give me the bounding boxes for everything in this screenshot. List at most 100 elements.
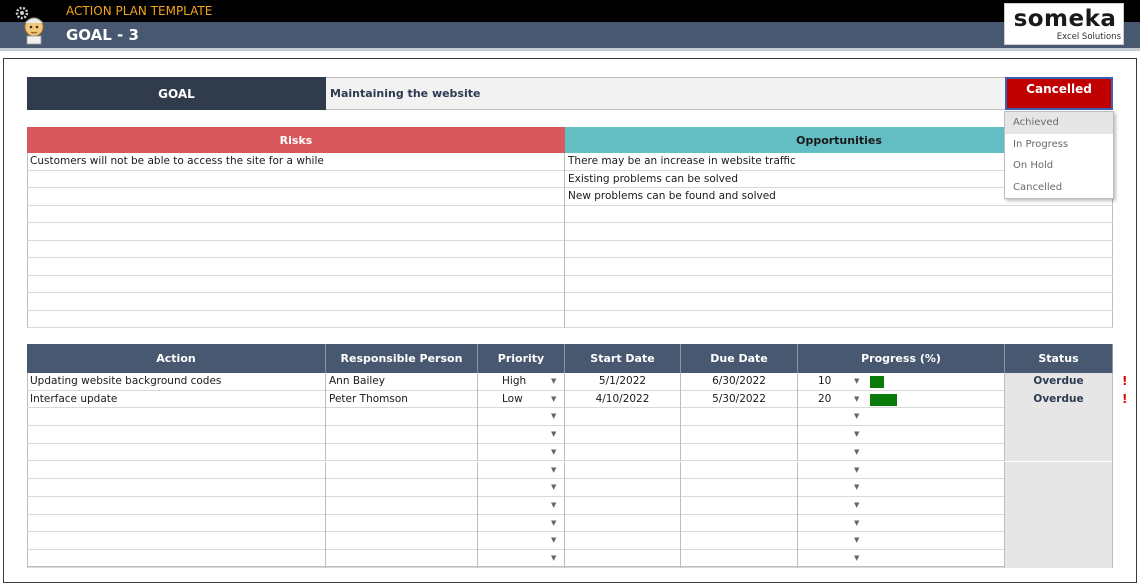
cell-due-date[interactable] xyxy=(681,461,798,480)
cell-due-date[interactable] xyxy=(681,426,798,444)
cell-progress[interactable]: ▼ xyxy=(798,461,1005,480)
cell-priority[interactable]: ▼ xyxy=(478,426,565,444)
risk-row[interactable] xyxy=(27,241,564,258)
cell-responsible-person[interactable] xyxy=(326,514,478,533)
goal-status-select[interactable]: Cancelled xyxy=(1005,77,1113,110)
cell-action[interactable] xyxy=(27,532,326,550)
cell-responsible-person[interactable] xyxy=(326,496,478,515)
cell-action[interactable]: Updating website background codes xyxy=(27,373,326,391)
cell-status[interactable] xyxy=(1005,461,1113,480)
cell-due-date[interactable] xyxy=(681,443,798,462)
cell-due-date[interactable]: 5/30/2022 xyxy=(681,390,798,409)
cell-status[interactable] xyxy=(1005,550,1113,568)
cell-responsible-person[interactable] xyxy=(326,461,478,480)
cell-due-date[interactable] xyxy=(681,514,798,533)
cell-responsible-person[interactable] xyxy=(326,426,478,444)
cell-responsible-person[interactable] xyxy=(326,408,478,427)
caret-down-icon[interactable]: ▼ xyxy=(854,408,859,426)
cell-status[interactable] xyxy=(1005,443,1113,462)
caret-down-icon[interactable]: ▼ xyxy=(551,373,556,391)
status-option-in-progress[interactable]: In Progress xyxy=(1005,134,1113,156)
caret-down-icon[interactable]: ▼ xyxy=(854,550,859,568)
cell-start-date[interactable] xyxy=(565,443,681,462)
risk-row[interactable] xyxy=(27,258,564,276)
cell-progress[interactable]: ▼ xyxy=(798,479,1005,497)
cell-due-date[interactable] xyxy=(681,532,798,550)
cell-priority[interactable]: ▼ xyxy=(478,496,565,515)
caret-down-icon[interactable]: ▼ xyxy=(854,391,859,409)
cell-priority[interactable]: ▼ xyxy=(478,461,565,480)
cell-action[interactable] xyxy=(27,461,326,480)
caret-down-icon[interactable]: ▼ xyxy=(551,426,556,444)
cell-action[interactable] xyxy=(27,550,326,568)
cell-progress[interactable]: ▼ xyxy=(798,443,1005,462)
cell-priority[interactable]: ▼ xyxy=(478,479,565,497)
cell-progress[interactable]: 20 ▼ xyxy=(798,390,1005,409)
risk-row[interactable]: Customers will not be able to access the… xyxy=(27,153,564,171)
cell-action[interactable] xyxy=(27,496,326,515)
cell-action[interactable] xyxy=(27,514,326,533)
caret-down-icon[interactable]: ▼ xyxy=(551,462,556,480)
cell-action[interactable]: Interface update xyxy=(27,390,326,409)
cell-status[interactable] xyxy=(1005,408,1113,427)
cell-start-date[interactable] xyxy=(565,496,681,515)
cell-due-date[interactable] xyxy=(681,550,798,568)
cell-start-date[interactable] xyxy=(565,408,681,427)
risk-row[interactable] xyxy=(27,311,564,328)
cell-status[interactable] xyxy=(1005,479,1113,497)
cell-progress[interactable]: ▼ xyxy=(798,550,1005,568)
risk-row[interactable] xyxy=(27,188,564,206)
cell-start-date[interactable] xyxy=(565,461,681,480)
cell-action[interactable] xyxy=(27,443,326,462)
cell-action[interactable] xyxy=(27,479,326,497)
cell-due-date[interactable] xyxy=(681,496,798,515)
cell-action[interactable] xyxy=(27,426,326,444)
caret-down-icon[interactable]: ▼ xyxy=(551,532,556,550)
opportunity-row[interactable] xyxy=(565,206,1113,223)
caret-down-icon[interactable]: ▼ xyxy=(854,444,859,462)
opportunity-row[interactable] xyxy=(565,311,1113,328)
status-option-cancelled[interactable]: Cancelled xyxy=(1005,177,1113,199)
risk-row[interactable] xyxy=(27,276,564,293)
cell-due-date[interactable]: 6/30/2022 xyxy=(681,373,798,391)
caret-down-icon[interactable]: ▼ xyxy=(854,426,859,444)
caret-down-icon[interactable]: ▼ xyxy=(551,550,556,568)
cell-start-date[interactable] xyxy=(565,532,681,550)
caret-down-icon[interactable]: ▼ xyxy=(854,479,859,497)
caret-down-icon[interactable]: ▼ xyxy=(551,408,556,426)
risk-row[interactable] xyxy=(27,223,564,241)
cell-responsible-person[interactable]: Ann Bailey xyxy=(326,373,478,391)
cell-start-date[interactable] xyxy=(565,426,681,444)
cell-action[interactable] xyxy=(27,408,326,427)
cell-priority[interactable]: High ▼ xyxy=(478,373,565,391)
cell-start-date[interactable]: 5/1/2022 xyxy=(565,373,681,391)
caret-down-icon[interactable]: ▼ xyxy=(854,373,859,391)
cell-responsible-person[interactable] xyxy=(326,532,478,550)
risk-row[interactable] xyxy=(27,293,564,311)
cell-status[interactable] xyxy=(1005,532,1113,550)
cell-status[interactable] xyxy=(1005,426,1113,444)
caret-down-icon[interactable]: ▼ xyxy=(854,497,859,515)
caret-down-icon[interactable]: ▼ xyxy=(551,515,556,533)
status-option-on-hold[interactable]: On Hold xyxy=(1005,155,1113,177)
caret-down-icon[interactable]: ▼ xyxy=(551,479,556,497)
cell-responsible-person[interactable] xyxy=(326,443,478,462)
cell-due-date[interactable] xyxy=(681,408,798,427)
caret-down-icon[interactable]: ▼ xyxy=(551,497,556,515)
status-option-achieved[interactable]: Achieved xyxy=(1005,112,1113,134)
risk-row[interactable] xyxy=(27,206,564,223)
cell-responsible-person[interactable]: Peter Thomson xyxy=(326,390,478,409)
caret-down-icon[interactable]: ▼ xyxy=(551,444,556,462)
opportunity-row[interactable] xyxy=(565,241,1113,258)
caret-down-icon[interactable]: ▼ xyxy=(854,515,859,533)
caret-down-icon[interactable]: ▼ xyxy=(854,532,859,550)
caret-down-icon[interactable]: ▼ xyxy=(551,391,556,409)
cell-progress[interactable]: ▼ xyxy=(798,532,1005,550)
cell-start-date[interactable] xyxy=(565,550,681,568)
cell-priority[interactable]: ▼ xyxy=(478,550,565,568)
risk-row[interactable] xyxy=(27,171,564,188)
cell-responsible-person[interactable] xyxy=(326,479,478,497)
cell-status[interactable]: Overdue xyxy=(1005,373,1113,391)
cell-responsible-person[interactable] xyxy=(326,550,478,568)
cell-status[interactable] xyxy=(1005,514,1113,533)
